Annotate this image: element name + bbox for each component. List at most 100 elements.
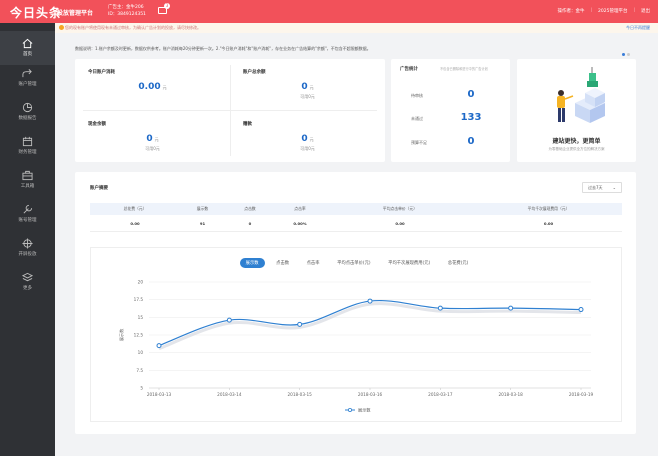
sidebar-item-report[interactable]: 数据报告: [0, 95, 55, 129]
legend-marker: [347, 407, 352, 412]
account-info: 广告主：金牛206 ID：3849124351: [108, 4, 146, 18]
share-icon: [22, 69, 32, 78]
operator-link[interactable]: 操作者：金牛: [557, 8, 584, 14]
carousel-dots: [620, 52, 630, 58]
pie-chart-icon: [22, 102, 33, 113]
sidebar-item-more[interactable]: 更多: [0, 265, 55, 299]
cash-sub: 可用0元: [145, 146, 160, 151]
y-tick-label: 10: [138, 350, 144, 355]
account-total-cell: 账户总余额 0元 可用0元: [230, 59, 385, 110]
sidebar-item-finance[interactable]: 财务管理: [0, 129, 55, 163]
sidebar-item-label: 数据报告: [18, 116, 37, 121]
data-point: [226, 317, 232, 323]
notice-bar: 您的现有账户将使用现有未通过审核，为确认广告计划的投放，请尽快修改。 今日不再提…: [55, 23, 658, 33]
header-cell: 平均点击单价（元）: [382, 206, 418, 211]
y-tick-label: 20: [138, 280, 144, 285]
unit-text: 元: [309, 85, 314, 90]
tab-impressions[interactable]: 展示数: [239, 258, 265, 268]
sidebar-item-label: 账号管理: [18, 218, 37, 223]
platform-title: 投放管理平台: [57, 10, 94, 17]
today-consume-title: 今日账户消耗: [88, 70, 115, 75]
header-cell: 点击数: [244, 206, 256, 211]
cash-cell: 现金余额 0元 可用0元: [75, 111, 230, 162]
notice-dismiss-link[interactable]: 今日不再提醒: [626, 23, 650, 33]
sidebar-item-toolbox[interactable]: 工具箱: [0, 163, 55, 197]
ad-stat-label: 预算不足: [411, 140, 427, 145]
ad-stat-row-rejected[interactable]: 未通过 133: [391, 110, 510, 130]
ad-stats-title: 广告统计: [400, 67, 418, 72]
tab-cpm[interactable]: 平均千次展现费用(元): [382, 258, 436, 268]
calendar-icon: [22, 136, 33, 147]
value-text: 0.00: [138, 82, 161, 92]
ad-stat-row-pending[interactable]: 待审核 0: [391, 87, 510, 107]
ad-stat-label: 未通过: [411, 116, 423, 121]
message-count-badge: 3: [164, 3, 170, 9]
x-tick-label: 2018-03-19: [569, 392, 594, 397]
ad-stat-label: 待审核: [411, 93, 423, 98]
tab-clicks[interactable]: 点击数: [270, 258, 295, 268]
sidebar-item-label: 开屏投放: [18, 252, 37, 257]
today-consume-value: 0.00 元: [75, 82, 230, 92]
ad-stat-value: 0: [467, 136, 475, 147]
header-cell: 平均千次展现费用（元）: [527, 206, 570, 211]
data-point: [437, 305, 443, 311]
data-point: [508, 305, 514, 311]
legend-label: 展示数: [358, 407, 371, 414]
sidebar-item-label: 首页: [23, 52, 32, 57]
account-summary-card: 账户摘要 过去7天 ⌄ 总花费（元） 展示数 点击数 点击率 平均点击单价（元）…: [75, 172, 636, 434]
account-total-title: 账户总余额: [243, 70, 266, 75]
today-consume-cell: 今日账户消耗 0.00 元: [75, 59, 230, 110]
tab-total-cost[interactable]: 总花费(元): [442, 258, 475, 268]
unit-text: 元: [309, 137, 314, 142]
carousel-dot[interactable]: [627, 53, 630, 56]
summary-table-row: 0.00 91 0 0.00% 0.00 0.00: [90, 215, 622, 232]
carousel-dot[interactable]: [622, 53, 625, 56]
promo-card[interactable]: 建站更快，更简单 为零基础企业提供全方位的解决方案: [517, 59, 636, 162]
x-tick-label: 2018-03-16: [358, 392, 383, 397]
promo-subtitle: 为零基础企业提供全方位的解决方案: [548, 147, 605, 151]
account-total-sub: 可用0元: [300, 94, 315, 99]
logo[interactable]: 今日头条: [10, 4, 62, 21]
data-intro-text: 数据说明：1.账户余额及时更新，数据仅供参考。账户消耗每20分钟更新一次。2."…: [75, 46, 371, 51]
unit-text: 元: [162, 85, 167, 90]
summary-table-header: 总花费（元） 展示数 点击数 点击率 平均点击单价（元） 平均千次展现费用（元）: [90, 203, 622, 215]
summary-title: 账户摘要: [90, 186, 108, 191]
separator: |: [633, 8, 635, 13]
data-point: [156, 343, 162, 349]
ad-stat-row-budget[interactable]: 预算不足 0: [391, 134, 510, 154]
x-tick-label: 2018-03-17: [428, 392, 453, 397]
value-cell: 0.00: [395, 221, 405, 226]
y-axis-label: 展示数: [118, 328, 125, 341]
logout-link[interactable]: 退出: [641, 8, 650, 14]
platform-link[interactable]: 2025管理平台: [598, 8, 627, 14]
sidebar-item-account[interactable]: 账户管理: [0, 61, 55, 95]
data-point: [367, 298, 373, 304]
promo-title: 建站更快，更简单: [552, 138, 601, 145]
sidebar-item-account-manage[interactable]: 账号管理: [0, 197, 55, 231]
ad-stat-value: 133: [460, 112, 482, 123]
cash-value: 0元: [75, 134, 230, 144]
crosshair-icon: [22, 238, 33, 249]
warning-icon: [59, 25, 64, 30]
notice-text: 您的现有账户将使用现有未通过审核，为确认广告计划的投放，请尽快修改。: [65, 25, 201, 30]
tab-ctr[interactable]: 点击率: [301, 258, 326, 268]
top-right-links: 操作者：金牛 | 2025管理平台 | 退出: [557, 8, 650, 14]
sidebar-item-home[interactable]: 首页: [0, 31, 55, 65]
tab-avg-cpc[interactable]: 平均点击单价(元): [331, 258, 376, 268]
toolbox-icon: [22, 170, 33, 181]
ad-stats-hint: 不包含已删除和进行中的广告计划: [440, 67, 488, 71]
value-cell: 91: [199, 221, 206, 226]
y-tick-label: 15: [138, 315, 144, 320]
separator: |: [590, 8, 593, 13]
header-cell: 点击率: [294, 206, 306, 211]
grant-value: 0元: [230, 134, 385, 144]
period-select[interactable]: 过去7天 ⌄: [582, 182, 622, 193]
balance-card: 今日账户消耗 0.00 元 账户总余额 0元 可用0元 现金余额 0元 可用0元 …: [75, 59, 385, 162]
home-icon: [22, 38, 33, 49]
sidebar-item-splash[interactable]: 开屏投放: [0, 231, 55, 265]
value-cell: 0.00%: [293, 221, 307, 226]
value-text: 0: [146, 134, 153, 144]
x-tick-label: 2018-03-14: [217, 392, 242, 397]
metric-tabs: 展示数 点击数 点击率 平均点击单价(元) 平均千次展现费用(元) 总花费(元): [91, 258, 623, 268]
site-building-illustration: [557, 67, 605, 123]
